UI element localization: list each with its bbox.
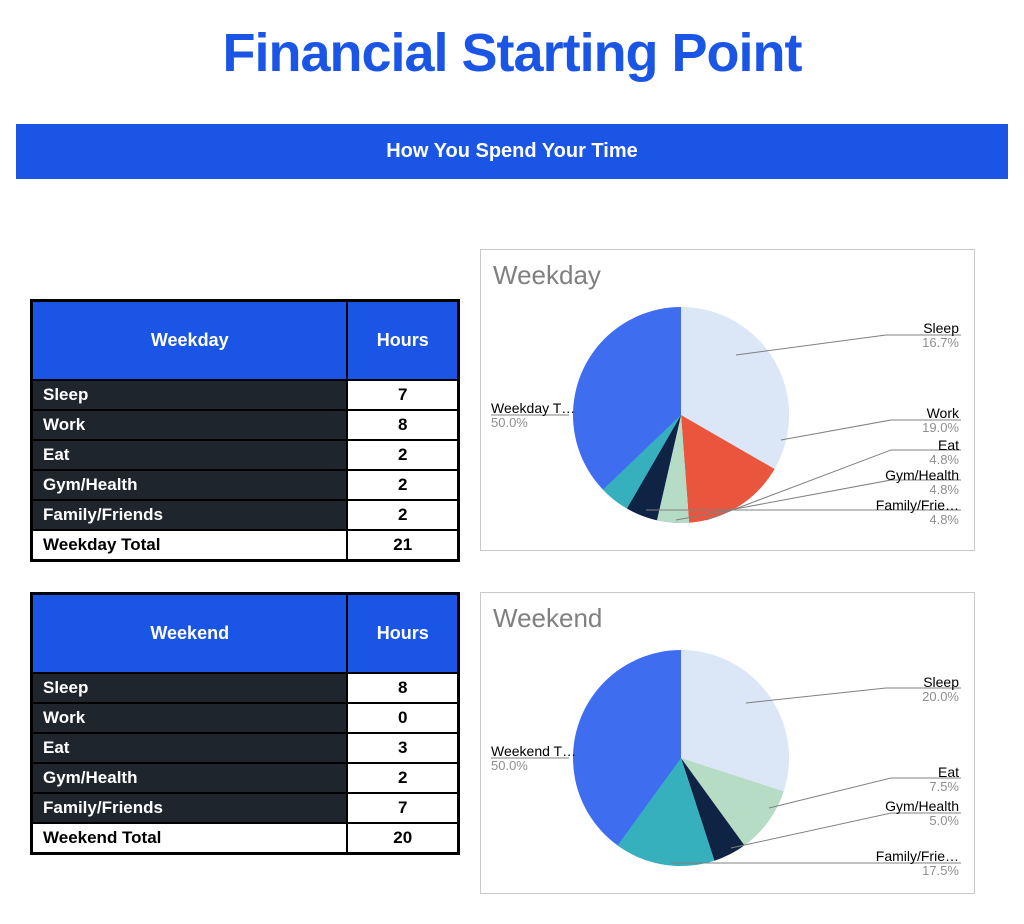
table-row: Work8 <box>32 410 459 440</box>
table-row: Gym/Health2 <box>32 763 459 793</box>
table-total-row: Weekend Total20 <box>32 823 459 854</box>
page-title: Financial Starting Point <box>0 22 1024 84</box>
table-total-row: Weekday Total21 <box>32 530 459 561</box>
section-banner: How You Spend Your Time <box>16 124 1008 179</box>
weekend-pie-title: Weekend <box>493 603 964 634</box>
table-row: Sleep8 <box>32 673 459 703</box>
weekday-col-label: Weekday <box>32 301 348 381</box>
weekend-table: Weekend Hours Sleep8 Work0 Eat3 Gym/Heal… <box>30 592 460 855</box>
weekend-col-label: Weekend <box>32 594 348 674</box>
table-row: Gym/Health2 <box>32 470 459 500</box>
weekend-col-hours: Hours <box>347 594 458 674</box>
table-row: Work0 <box>32 703 459 733</box>
table-row: Family/Friends7 <box>32 793 459 823</box>
table-row: Eat3 <box>32 733 459 763</box>
weekday-pie-card: Weekday <box>480 249 975 551</box>
weekday-col-hours: Hours <box>347 301 458 381</box>
table-row: Eat2 <box>32 440 459 470</box>
weekend-pie-card: Weekend <box>480 592 975 894</box>
weekend-row: Weekend Hours Sleep8 Work0 Eat3 Gym/Heal… <box>0 592 1024 894</box>
table-row: Family/Friends2 <box>32 500 459 530</box>
weekday-table: Weekday Hours Sleep7 Work8 Eat2 Gym/Heal… <box>30 299 460 562</box>
weekday-pie-title: Weekday <box>493 260 964 291</box>
table-row: Sleep7 <box>32 380 459 410</box>
weekday-row: Weekday Hours Sleep7 Work8 Eat2 Gym/Heal… <box>0 249 1024 562</box>
